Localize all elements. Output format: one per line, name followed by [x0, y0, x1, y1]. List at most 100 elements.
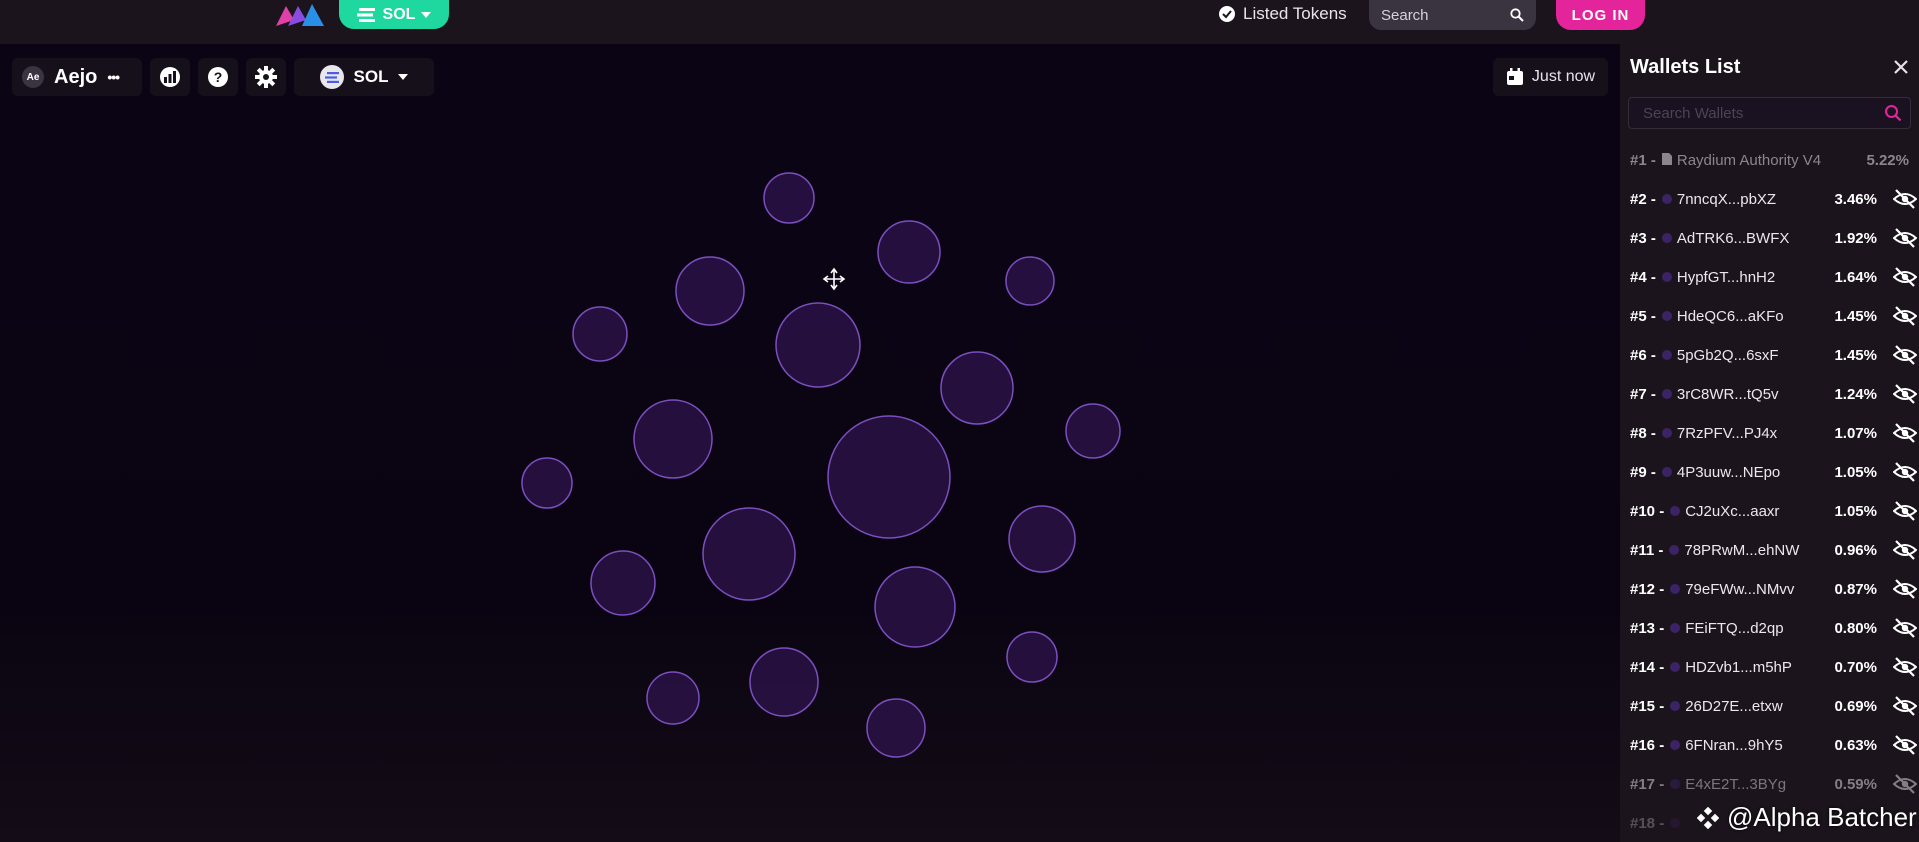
- header-search-input[interactable]: Search: [1369, 0, 1536, 30]
- currency-selector[interactable]: SOL: [294, 58, 434, 96]
- chain-label: SOL: [382, 5, 416, 23]
- hide-wallet-icon[interactable]: [1892, 345, 1918, 365]
- hide-wallet-icon[interactable]: [1892, 228, 1918, 248]
- settings-button[interactable]: [246, 58, 286, 96]
- wallet-row[interactable]: #17 - E4xE2T...3BYg 0.59%: [1630, 769, 1919, 799]
- wallet-color-dot: [1661, 389, 1672, 399]
- wallet-rank: #18 -: [1630, 814, 1665, 832]
- wallet-address[interactable]: 7RzPFV...PJ4x: [1677, 425, 1777, 442]
- wallet-row[interactable]: #12 - 79eFWw...NMvv 0.87%: [1630, 574, 1919, 604]
- wallet-row[interactable]: #10 - CJ2uXc...aaxr 1.05%: [1630, 496, 1919, 526]
- hide-wallet-icon[interactable]: [1892, 384, 1918, 404]
- wallet-address[interactable]: Raydium Authority V4: [1677, 152, 1821, 169]
- wallet-address[interactable]: 5pGb2Q...6sxF: [1677, 347, 1779, 364]
- wallet-row[interactable]: #9 - 4P3uuw...NEpo 1.05%: [1630, 457, 1919, 487]
- wallet-row[interactable]: #15 - 26D27E...etxw 0.69%: [1630, 691, 1919, 721]
- wallet-address[interactable]: 78PRwM...ehNW: [1684, 542, 1799, 559]
- hide-wallet-icon[interactable]: [1892, 618, 1918, 638]
- move-cursor-icon: [822, 267, 846, 291]
- solana-icon: [356, 7, 375, 22]
- bubble: [827, 415, 951, 539]
- wallets-search-input[interactable]: Search Wallets: [1628, 97, 1911, 129]
- wallet-rank: #6 -: [1630, 346, 1656, 364]
- analytics-button[interactable]: [150, 58, 190, 96]
- wallet-address[interactable]: 3rC8WR...tQ5v: [1677, 386, 1779, 403]
- wallets-search-placeholder: Search Wallets: [1643, 104, 1744, 122]
- bubble-map-canvas[interactable]: [0, 44, 1620, 842]
- wallet-color-dot: [1661, 311, 1672, 321]
- wallet-address[interactable]: FEiFTQ...d2qp: [1685, 620, 1783, 637]
- login-button[interactable]: LOG IN: [1556, 0, 1645, 30]
- binance-logo-icon: [1697, 806, 1719, 829]
- project-menu[interactable]: Ae Aejo •••: [12, 58, 142, 96]
- wallet-address[interactable]: E4xE2T...3BYg: [1685, 776, 1786, 793]
- wallet-color-dot: [1661, 272, 1672, 282]
- wallet-percentage: 1.24%: [1834, 385, 1877, 403]
- wallet-address[interactable]: 79eFWw...NMvv: [1685, 581, 1794, 598]
- wallet-address[interactable]: AdTRK6...BWFX: [1677, 230, 1790, 247]
- bubble: [763, 172, 815, 224]
- wallet-rank: #13 -: [1630, 619, 1665, 637]
- wallet-address[interactable]: HypfGT...hnH2: [1677, 269, 1775, 286]
- gear-icon: [255, 66, 277, 88]
- wallet-address[interactable]: CJ2uXc...aaxr: [1685, 503, 1779, 520]
- wallet-row[interactable]: #16 - 6FNran...9hY5 0.63%: [1630, 730, 1919, 760]
- bubble: [1006, 631, 1058, 683]
- close-icon[interactable]: [1890, 56, 1912, 78]
- bubble: [874, 566, 956, 648]
- hide-wallet-icon[interactable]: [1892, 189, 1918, 209]
- hide-wallet-icon[interactable]: [1892, 423, 1918, 443]
- hide-wallet-icon[interactable]: [1892, 657, 1918, 677]
- wallet-row[interactable]: #14 - HDZvb1...m5hP 0.70%: [1630, 652, 1919, 682]
- hide-wallet-icon[interactable]: [1892, 774, 1918, 794]
- bubble: [590, 550, 656, 616]
- wallet-address[interactable]: 26D27E...etxw: [1685, 698, 1783, 715]
- wallet-row[interactable]: #7 - 3rC8WR...tQ5v 1.24%: [1630, 379, 1919, 409]
- wallet-row[interactable]: #2 - 7nncqX...pbXZ 3.46%: [1630, 184, 1919, 214]
- wallet-row[interactable]: #11 - 78PRwM...ehNW 0.96%: [1630, 535, 1919, 565]
- wallet-address[interactable]: 4P3uuw...NEpo: [1677, 464, 1780, 481]
- wallet-color-dot: [1670, 818, 1681, 828]
- solana-coin-icon: [319, 65, 344, 89]
- wallet-address[interactable]: HDZvb1...m5hP: [1685, 659, 1792, 676]
- wallets-title: Wallets List: [1630, 56, 1741, 78]
- hide-wallet-icon[interactable]: [1892, 540, 1918, 560]
- bubble-map[interactable]: [0, 44, 1620, 842]
- hide-wallet-icon[interactable]: [1892, 306, 1918, 326]
- wallet-color-dot: [1661, 350, 1672, 360]
- hide-wallet-icon[interactable]: [1892, 696, 1918, 716]
- wallet-address[interactable]: 6FNran...9hY5: [1685, 737, 1783, 754]
- wallet-row[interactable]: #13 - FEiFTQ...d2qp 0.80%: [1630, 613, 1919, 643]
- wallet-percentage: 1.05%: [1834, 502, 1877, 520]
- wallet-percentage: 0.80%: [1834, 619, 1877, 637]
- hide-wallet-icon[interactable]: [1892, 462, 1918, 482]
- more-icon[interactable]: •••: [107, 69, 120, 85]
- listed-tokens-link[interactable]: Listed Tokens: [1218, 2, 1347, 26]
- header-search-placeholder: Search: [1381, 6, 1429, 24]
- wallet-color-dot: [1661, 194, 1672, 204]
- wallet-row[interactable]: #5 - HdeQC6...aKFo 1.45%: [1630, 301, 1919, 331]
- help-icon: ?: [208, 67, 228, 87]
- watermark: @Alpha Batcher: [1697, 802, 1917, 833]
- hide-wallet-icon[interactable]: [1892, 267, 1918, 287]
- wallet-row[interactable]: #3 - AdTRK6...BWFX 1.92%: [1630, 223, 1919, 253]
- wallet-address[interactable]: 7nncqX...pbXZ: [1677, 191, 1776, 208]
- hide-wallet-icon[interactable]: [1892, 735, 1918, 755]
- chain-selector-button[interactable]: SOL: [339, 0, 449, 29]
- wallet-rank: #12 -: [1630, 580, 1665, 598]
- hide-wallet-icon[interactable]: [1892, 579, 1918, 599]
- project-name: Aejo: [54, 65, 98, 88]
- wallet-address[interactable]: HdeQC6...aKFo: [1677, 308, 1784, 325]
- hide-wallet-icon[interactable]: [1892, 501, 1918, 521]
- wallet-row[interactable]: #6 - 5pGb2Q...6sxF 1.45%: [1630, 340, 1919, 370]
- wallet-row[interactable]: #4 - HypfGT...hnH2 1.64%: [1630, 262, 1919, 292]
- wallet-row[interactable]: #1 - Raydium Authority V4 5.22%: [1630, 145, 1919, 175]
- calendar-icon: [1506, 68, 1523, 85]
- help-button[interactable]: ?: [198, 58, 238, 96]
- app-logo-icon[interactable]: [272, 0, 326, 26]
- wallet-row[interactable]: #8 - 7RzPFV...PJ4x 1.07%: [1630, 418, 1919, 448]
- time-filter-button[interactable]: Just now: [1493, 58, 1608, 96]
- wallet-percentage: 0.69%: [1834, 697, 1877, 715]
- bubble: [1005, 256, 1055, 306]
- wallet-color-dot: [1670, 779, 1681, 789]
